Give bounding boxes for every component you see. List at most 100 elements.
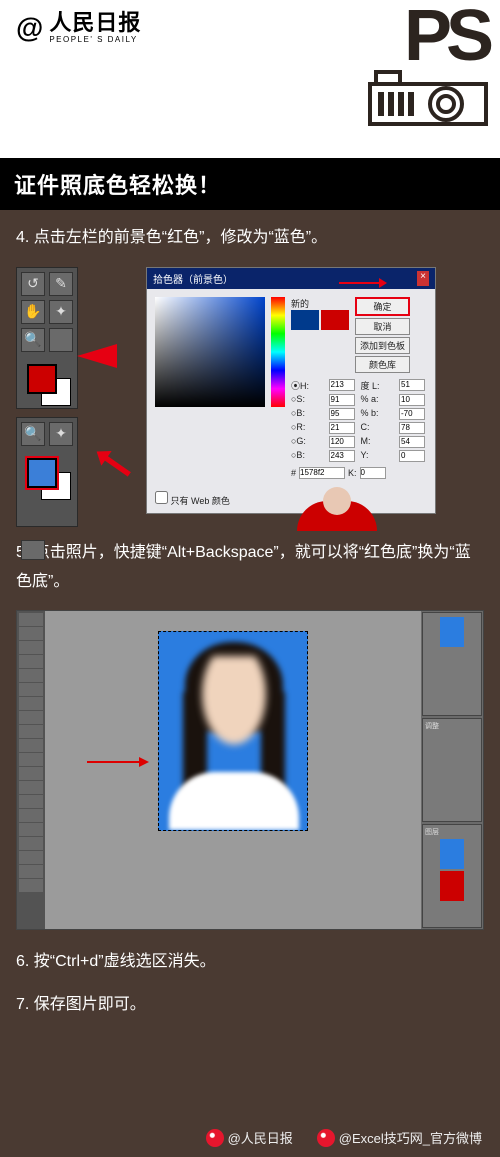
content: 4. 点击左栏的前景色“红色”，修改为“蓝色”。 ↺ ✎ ✋ ✦ 🔍 [0,210,500,1048]
foreground-swatch-red [27,364,57,394]
tool-icon [19,641,43,654]
id-photo-blue [158,631,308,831]
brand-cn: 人民日报 [49,12,141,34]
current-color-preview [321,310,349,330]
cancel-button: 取消 [355,318,410,335]
tool-icon [19,739,43,752]
val-l [399,379,425,391]
foreground-swatch-blue [27,458,57,488]
tool-panels-column: ↺ ✎ ✋ ✦ 🔍 🔍 ✦ [16,267,78,527]
camera-icon [368,70,488,126]
val-r [329,422,355,434]
credit-text: @Excel技巧网_官方微博 [339,1128,482,1147]
tool-icon [19,711,43,724]
tool-icon [19,809,43,822]
photo-face [191,656,277,762]
panel-layers: 图层 [422,824,482,928]
thumb-icon [440,871,464,901]
tool-icon [19,767,43,780]
header: @ 人民日报 PEOPLE' S DAILY PS [0,0,500,158]
tool-icon: ✋ [21,300,45,324]
web-only-label: 只有 Web 颜色 [171,496,230,506]
tool-icon: 🔍 [21,328,45,352]
photo-shirt [169,772,299,830]
picker-title: 拾色器（前景色） [153,271,233,286]
tool-icon: ✎ [49,272,73,296]
tool-icon [19,795,43,808]
ok-button: 确定 [355,297,410,316]
tool-icon [19,753,43,766]
tool-icon [49,328,73,352]
ps-right-panels: 调整 图层 [421,611,483,929]
tool-icon [19,627,43,640]
web-only-checkbox [155,491,168,504]
val-m [399,436,425,448]
weibo-credit-1: @人民日报 [206,1128,293,1147]
ps-canvas [45,611,421,929]
color-values: ⦿H:度 L: ○S:% a: ○B:% b: ○R:C: ○G:M: ○B:Y… [291,379,427,462]
val-s [329,394,355,406]
tool-icon [19,823,43,836]
step-5-text: 5. 点击照片，快捷键“Alt+Backspace”，就可以将“红色底”换为“蓝… [16,539,484,597]
new-color-preview [291,310,319,330]
weibo-icon [317,1129,335,1147]
val-k [360,467,386,479]
thumb-icon [440,617,464,647]
title-bar: 证件照底色轻松换！ [0,158,500,210]
hex-input [299,467,345,479]
tool-icon [19,697,43,710]
tool-icon [19,837,43,850]
add-swatch-button: 添加到色板 [355,337,410,354]
new-label: 新的 [291,297,349,310]
weibo-credit-2: @Excel技巧网_官方微博 [317,1128,482,1147]
ps-left-toolbar [17,611,45,929]
at-symbol: @ [16,12,43,44]
tool-icon [19,725,43,738]
tool-icon [19,655,43,668]
panel-adjust: 调整 [422,718,482,822]
tool-icon [19,683,43,696]
ps-graphic: PS [368,8,488,126]
tool-icon: 🔍 [21,422,45,446]
step-4-text: 4. 点击左栏的前景色“红色”，修改为“蓝色”。 [16,224,484,253]
step-6-text: 6. 按“Ctrl+d”虚线选区消失。 [16,948,484,977]
brand-text: 人民日报 PEOPLE' S DAILY [49,12,141,44]
footer: @人民日报 @Excel技巧网_官方微博 [0,1128,500,1147]
panel-nav [422,612,482,716]
val-h [329,379,355,391]
thumb-icon [440,839,464,869]
tool-panel-blue: 🔍 ✦ [16,417,78,527]
step-5-illustration: 调整 图层 [16,610,484,930]
red-arrow-icon [91,444,134,482]
val-g [329,436,355,448]
tool-icon [19,879,43,892]
brand-en: PEOPLE' S DAILY [49,36,141,44]
tool-icon: ✦ [49,300,73,324]
credit-text: @人民日报 [228,1128,293,1147]
color-gradient [155,297,265,407]
quickmask-icon [21,540,45,560]
step-7-text: 7. 保存图片即可。 [16,991,484,1020]
val-c [399,422,425,434]
close-icon: × [417,271,429,286]
val-bl [329,450,355,462]
val-y [399,450,425,462]
hue-slider [271,297,285,407]
color-lib-button: 颜色库 [355,356,410,373]
tool-icon: ↺ [21,272,45,296]
tool-icon [19,851,43,864]
weibo-icon [206,1129,224,1147]
val-b2 [399,408,425,420]
red-arrow-icon [339,282,379,284]
tool-panel-red: ↺ ✎ ✋ ✦ 🔍 [16,267,78,409]
tool-icon [19,669,43,682]
red-arrow-icon [87,761,141,763]
val-a [399,394,425,406]
tool-icon [19,781,43,794]
tool-icon [19,865,43,878]
tool-icon [19,613,43,626]
red-arrow-icon [77,344,117,368]
color-picker-dialog: 拾色器（前景色） × 新的 [146,267,436,514]
step-4-illustration: ↺ ✎ ✋ ✦ 🔍 🔍 ✦ [16,267,484,527]
ps-text: PS [404,8,488,66]
